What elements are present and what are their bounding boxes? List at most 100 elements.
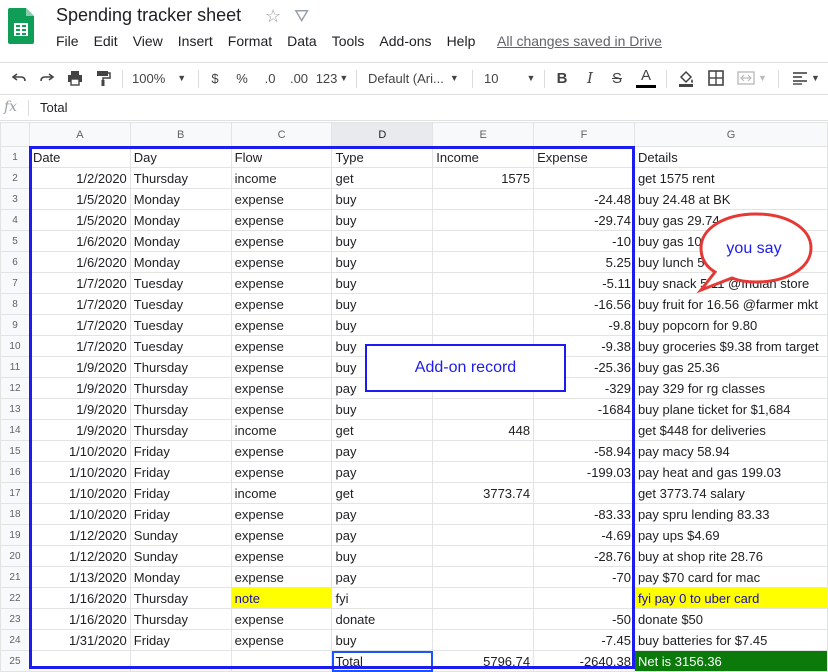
redo-icon[interactable] [36, 63, 58, 93]
cell[interactable]: -16.56 [533, 293, 635, 315]
select-all-corner[interactable] [0, 122, 30, 147]
row-header[interactable]: 11 [0, 356, 30, 378]
cell[interactable]: expense [230, 398, 333, 420]
cell[interactable] [432, 230, 535, 252]
cell[interactable]: 1/12/2020 [28, 524, 131, 546]
row-header[interactable]: 3 [0, 188, 30, 210]
cell[interactable]: expense [230, 230, 333, 252]
cell[interactable] [432, 440, 535, 462]
cell[interactable]: 1/31/2020 [28, 629, 131, 651]
column-header-f[interactable]: F [533, 122, 635, 147]
cell[interactable]: 1/5/2020 [28, 188, 131, 210]
column-header-c[interactable]: C [230, 122, 333, 147]
menu-format[interactable]: Format [228, 33, 272, 49]
cell[interactable]: -7.45 [533, 629, 635, 651]
cell[interactable]: buy [331, 545, 434, 567]
cell[interactable]: Tuesday [129, 314, 232, 336]
cell[interactable]: 1/9/2020 [28, 419, 131, 441]
cell[interactable]: income [230, 419, 333, 441]
cell[interactable]: Monday [129, 566, 232, 588]
move-to-drive-icon[interactable]: ⛛ [294, 6, 309, 26]
cell[interactable]: get [331, 482, 434, 504]
font-family-select[interactable]: Default (Ari... ▼ [368, 63, 464, 93]
cell[interactable]: buy gas 25.36 [633, 356, 828, 378]
sheets-logo-icon[interactable] [8, 8, 34, 44]
menu-edit[interactable]: Edit [94, 33, 118, 49]
cell[interactable]: pay [331, 461, 434, 483]
cell[interactable]: pay heat and gas 199.03 [633, 461, 828, 483]
cell[interactable]: Income [432, 146, 535, 168]
cell[interactable]: expense [230, 293, 333, 315]
cell[interactable]: expense [230, 461, 333, 483]
cell[interactable]: income [230, 482, 333, 504]
cell[interactable]: 1/9/2020 [28, 398, 131, 420]
cell[interactable]: Monday [129, 251, 232, 273]
cell[interactable]: 1/10/2020 [28, 440, 131, 462]
cell[interactable]: 3773.74 [432, 482, 535, 504]
cell[interactable]: 1/13/2020 [28, 566, 131, 588]
cell[interactable]: Thursday [129, 398, 232, 420]
cell[interactable]: expense [230, 503, 333, 525]
row-header[interactable]: 20 [0, 545, 30, 567]
row-header[interactable]: 2 [0, 167, 30, 189]
cell[interactable]: 1/12/2020 [28, 545, 131, 567]
font-size-select[interactable]: 10 ▼ [484, 63, 540, 93]
menu-view[interactable]: View [133, 33, 163, 49]
cell[interactable]: fyi [331, 587, 434, 609]
cell[interactable]: -28.76 [533, 545, 635, 567]
cell[interactable]: Thursday [129, 587, 232, 609]
cell[interactable]: buy [331, 209, 434, 231]
borders-icon[interactable] [704, 63, 728, 93]
cell[interactable]: 1/7/2020 [28, 293, 131, 315]
cell[interactable]: 1/9/2020 [28, 356, 131, 378]
cell[interactable]: Friday [129, 440, 232, 462]
column-header-b[interactable]: B [129, 122, 232, 147]
cell[interactable]: 1/2/2020 [28, 167, 131, 189]
cell[interactable] [432, 524, 535, 546]
cell[interactable]: Friday [129, 482, 232, 504]
cell[interactable]: -50 [533, 608, 635, 630]
cell[interactable]: 5796.74 [432, 650, 535, 672]
cell[interactable]: 448 [432, 419, 535, 441]
cell[interactable]: Thursday [129, 419, 232, 441]
cell[interactable]: Day [129, 146, 232, 168]
cell[interactable]: get 1575 rent [633, 167, 828, 189]
cell[interactable] [432, 503, 535, 525]
cell[interactable]: expense [230, 188, 333, 210]
cell[interactable]: Thursday [129, 356, 232, 378]
cell[interactable] [432, 188, 535, 210]
cell[interactable]: Monday [129, 209, 232, 231]
cell[interactable]: -83.33 [533, 503, 635, 525]
cell[interactable]: expense [230, 272, 333, 294]
merge-cells-icon[interactable]: ▼ [734, 63, 770, 93]
row-header[interactable]: 23 [0, 608, 30, 630]
cell[interactable]: buy 24.48 at BK [633, 188, 828, 210]
cell[interactable] [432, 209, 535, 231]
cell[interactable]: pay [331, 440, 434, 462]
cell[interactable]: Date [28, 146, 131, 168]
strikethrough-button[interactable]: S [607, 63, 627, 93]
cell[interactable]: 1/16/2020 [28, 608, 131, 630]
align-left-icon[interactable]: ▼ [788, 63, 824, 93]
cell[interactable]: pay 329 for rg classes [633, 377, 828, 399]
column-header-g[interactable]: G [633, 122, 828, 147]
cell[interactable]: -4.69 [533, 524, 635, 546]
cell[interactable]: expense [230, 251, 333, 273]
cell[interactable] [432, 587, 535, 609]
cell[interactable] [432, 293, 535, 315]
cell[interactable]: 1/10/2020 [28, 503, 131, 525]
row-header[interactable]: 12 [0, 377, 30, 399]
cell[interactable]: expense [230, 209, 333, 231]
cell[interactable]: donate $50 [633, 608, 828, 630]
menu-help[interactable]: Help [447, 33, 476, 49]
cell[interactable] [533, 419, 635, 441]
print-icon[interactable] [64, 63, 86, 93]
cell[interactable]: pay $70 card for mac [633, 566, 828, 588]
cell[interactable]: Sunday [129, 545, 232, 567]
menu-insert[interactable]: Insert [178, 33, 213, 49]
cell[interactable]: expense [230, 377, 333, 399]
bold-button[interactable]: B [552, 63, 572, 93]
cell[interactable]: -70 [533, 566, 635, 588]
cell[interactable]: 1/7/2020 [28, 335, 131, 357]
cell[interactable]: Type [331, 146, 434, 168]
